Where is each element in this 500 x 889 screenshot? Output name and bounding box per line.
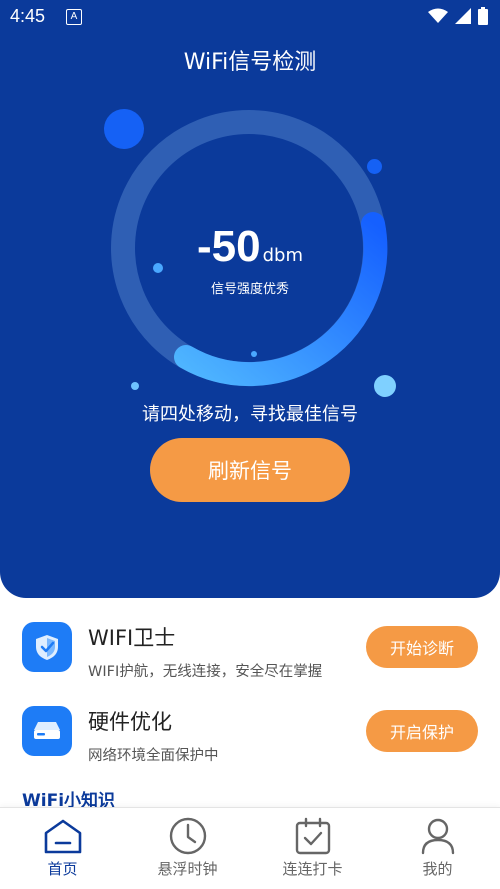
tab-label: 我的 [422,860,453,878]
decor-bubble [131,382,139,390]
clock-icon [169,817,207,855]
router-icon [22,706,72,756]
hero-panel: 4:45 A WiFi信号检测 -50 dbm 信号强度优秀 请四处移动，寻找最… [0,0,500,598]
signal-gauge [111,110,388,387]
calendar-check-icon [295,817,331,855]
signal-number: -50 [197,222,261,271]
user-icon [421,818,455,855]
signal-strength-value: -50 dbm [0,222,500,272]
decor-bubble [374,375,396,397]
tab-label: 悬浮时钟 [157,860,218,878]
tab-daily-checkin[interactable]: 连连打卡 [250,808,375,889]
feature-description: WIFI护航，无线连接，安全尽在掌握 [88,664,323,680]
tab-home[interactable]: 首页 [0,808,125,889]
decor-bubble [367,159,382,174]
signal-quality-label: 信号强度优秀 [210,282,289,297]
shield-icon [22,622,72,672]
feature-wifi-guard: WIFI卫士 WIFI护航，无线连接，安全尽在掌握 开始诊断 [0,610,500,690]
refresh-signal-button[interactable]: 刷新信号 [150,438,350,502]
enable-protection-button[interactable]: 开启保护 [366,710,478,752]
feature-hardware-optimize: 硬件优化 网络环境全面保护中 开启保护 [0,694,500,774]
feature-title: 硬件优化 [88,710,172,734]
tab-label: 首页 [47,860,78,878]
decor-bubble [251,351,257,357]
home-icon [44,819,82,854]
move-tip-text: 请四处移动，寻找最佳信号 [142,404,358,425]
feature-description: 网络环境全面保护中 [88,748,219,764]
tab-profile[interactable]: 我的 [375,808,500,889]
tab-label: 连连打卡 [282,860,343,878]
feature-title: WIFI卫士 [88,626,176,650]
signal-unit: dbm [262,245,303,266]
bottom-tab-bar: 首页 悬浮时钟 连连打卡 我的 [0,807,500,889]
tab-floating-clock[interactable]: 悬浮时钟 [125,808,250,889]
start-diagnosis-button[interactable]: 开始诊断 [366,626,478,668]
decor-bubble [104,109,144,149]
